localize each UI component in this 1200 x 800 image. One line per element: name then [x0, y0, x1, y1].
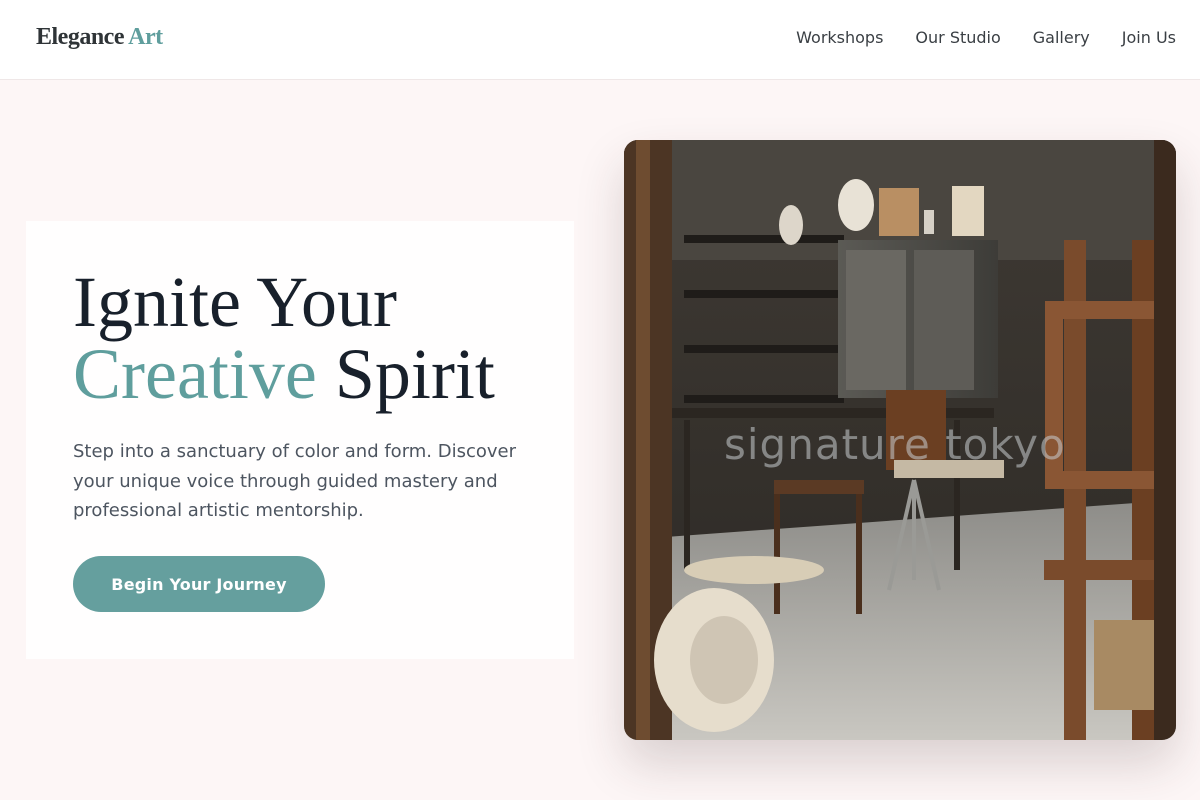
hero-title-rest: Spirit: [334, 334, 495, 414]
nav-link-gallery[interactable]: Gallery: [1033, 28, 1090, 47]
nav-link-workshops[interactable]: Workshops: [796, 28, 883, 47]
hero-title: Ignite Your Creative Spirit: [73, 266, 573, 410]
site-header: Elegance Art Workshops Our Studio Galler…: [0, 0, 1200, 80]
nav-link-join-us[interactable]: Join Us: [1122, 28, 1176, 47]
hero-description: Step into a sanctuary of color and form.…: [73, 441, 517, 521]
photo-watermark: signature tokyo: [724, 420, 1066, 469]
main-nav: Workshops Our Studio Gallery Join Us: [796, 28, 1176, 47]
logo-accent-text: Art: [128, 24, 163, 50]
studio-photo: signature tokyo: [624, 140, 1176, 740]
logo-main-text: Elegance: [36, 24, 124, 50]
begin-journey-button[interactable]: Begin Your Journey: [73, 556, 325, 612]
site-logo[interactable]: Elegance Art: [36, 24, 163, 51]
hero-title-accent: Creative: [73, 334, 317, 414]
nav-link-our-studio[interactable]: Our Studio: [915, 28, 1000, 47]
hero-title-line2: Creative Spirit: [73, 338, 573, 410]
hero-title-line1: Ignite Your: [73, 262, 398, 342]
